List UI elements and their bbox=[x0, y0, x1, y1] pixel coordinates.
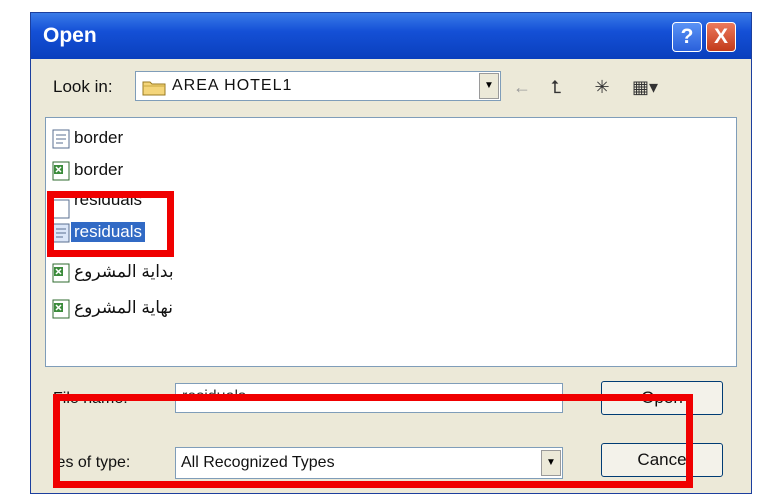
excel-file-icon bbox=[52, 263, 70, 283]
views-menu-button[interactable]: ▦▾ bbox=[627, 75, 663, 99]
look-in-label: Look in: bbox=[53, 77, 113, 96]
text-file-icon bbox=[52, 129, 70, 149]
title-bar[interactable]: Open ? X bbox=[31, 13, 751, 59]
excel-file-icon bbox=[52, 299, 70, 319]
file-name-label: border bbox=[74, 128, 124, 147]
chevron-down-icon[interactable]: ▼ bbox=[479, 73, 499, 99]
help-button[interactable]: ? bbox=[672, 22, 702, 52]
annotation-highlight-fields bbox=[53, 394, 693, 488]
excel-file-icon bbox=[52, 161, 70, 181]
up-folder-button[interactable]: ⮤ bbox=[545, 75, 567, 99]
dialog-title: Open bbox=[43, 24, 97, 47]
close-button[interactable]: X bbox=[706, 22, 736, 52]
look-in-dropdown[interactable]: AREA HOTEL1 ▼ bbox=[135, 71, 501, 101]
file-name-label: بداية المشروع bbox=[74, 262, 174, 281]
annotation-highlight-file bbox=[47, 191, 174, 257]
file-name-label: نهاية المشروع bbox=[74, 298, 173, 317]
look-in-value: AREA HOTEL1 bbox=[172, 77, 293, 94]
back-button[interactable]: ← bbox=[511, 75, 533, 99]
new-folder-button[interactable]: ✳ bbox=[589, 75, 615, 99]
folder-icon bbox=[142, 78, 166, 101]
file-name-label: border bbox=[74, 160, 124, 179]
